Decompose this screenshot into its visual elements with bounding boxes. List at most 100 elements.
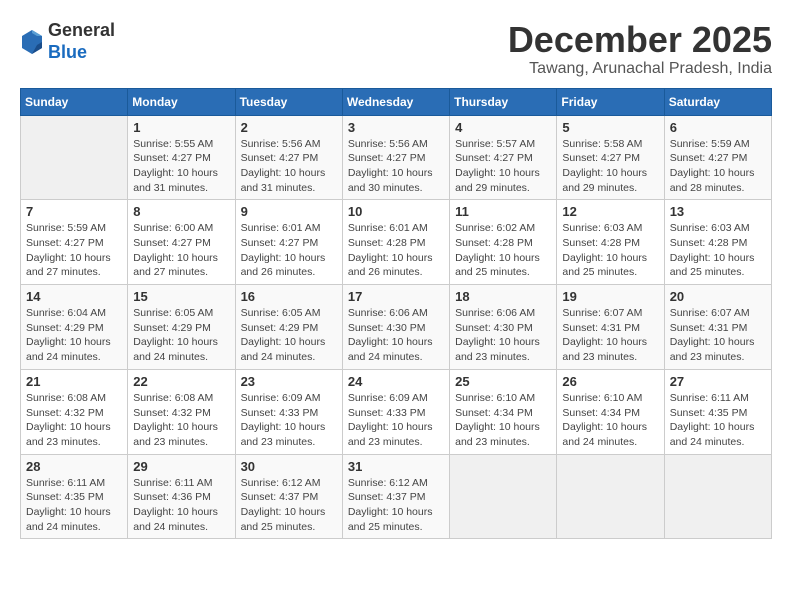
calendar-header-tuesday: Tuesday — [235, 88, 342, 115]
logo-text: General Blue — [48, 20, 115, 63]
calendar-cell: 23 Sunrise: 6:09 AMSunset: 4:33 PMDayligh… — [235, 369, 342, 454]
day-number: 28 — [26, 459, 122, 474]
day-info: Sunrise: 6:07 AMSunset: 4:31 PMDaylight:… — [562, 306, 658, 365]
calendar-cell: 20Sunrise: 6:07 AMSunset: 4:31 PMDayligh… — [664, 285, 771, 370]
calendar-cell — [664, 454, 771, 539]
day-info: Sunrise: 6:11 AMSunset: 4:35 PMDaylight:… — [670, 391, 766, 450]
calendar-cell: 27Sunrise: 6:11 AMSunset: 4:35 PMDayligh… — [664, 369, 771, 454]
page-header: General Blue December 2025 Tawang, Aruna… — [20, 20, 772, 78]
calendar-cell: 22Sunrise: 6:08 AMSunset: 4:32 PMDayligh… — [128, 369, 235, 454]
day-number: 21 — [26, 374, 122, 389]
day-number: 3 — [348, 120, 444, 135]
calendar-cell: 11 Sunrise: 6:02 AMSunset: 4:28 PMDayligh… — [450, 200, 557, 285]
calendar-cell: 30Sunrise: 6:12 AMSunset: 4:37 PMDayligh… — [235, 454, 342, 539]
day-info: Sunrise: 6:10 AMSunset: 4:34 PMDaylight:… — [562, 391, 658, 450]
day-info: Sunrise: 6:03 AMSunset: 4:28 PMDaylight:… — [670, 221, 766, 280]
day-info: Sunrise: 6:04 AMSunset: 4:29 PMDaylight:… — [26, 306, 122, 365]
calendar-cell: 3 Sunrise: 5:56 AMSunset: 4:27 PMDaylight… — [342, 115, 449, 200]
calendar-cell: 17 Sunrise: 6:06 AMSunset: 4:30 PMDayligh… — [342, 285, 449, 370]
day-number: 4 — [455, 120, 551, 135]
day-info: Sunrise: 6:11 AMSunset: 4:35 PMDaylight:… — [26, 476, 122, 535]
calendar-cell — [21, 115, 128, 200]
calendar-cell: 5 Sunrise: 5:58 AMSunset: 4:27 PMDaylight… — [557, 115, 664, 200]
calendar-cell: 8 Sunrise: 6:00 AMSunset: 4:27 PMDaylight… — [128, 200, 235, 285]
day-info: Sunrise: 6:05 AMSunset: 4:29 PMDaylight:… — [133, 306, 229, 365]
day-number: 9 — [241, 204, 337, 219]
calendar-cell — [557, 454, 664, 539]
calendar-week-row: 28 Sunrise: 6:11 AMSunset: 4:35 PMDayligh… — [21, 454, 772, 539]
calendar-cell: 18 Sunrise: 6:06 AMSunset: 4:30 PMDayligh… — [450, 285, 557, 370]
day-number: 18 — [455, 289, 551, 304]
day-info: Sunrise: 6:09 AMSunset: 4:33 PMDaylight:… — [241, 391, 337, 450]
calendar-cell: 28 Sunrise: 6:11 AMSunset: 4:35 PMDayligh… — [21, 454, 128, 539]
calendar-week-row: 1 Sunrise: 5:55 AMSunset: 4:27 PMDaylight… — [21, 115, 772, 200]
day-info: Sunrise: 6:09 AMSunset: 4:33 PMDaylight:… — [348, 391, 444, 450]
calendar-cell: 19 Sunrise: 6:07 AMSunset: 4:31 PMDayligh… — [557, 285, 664, 370]
day-info: Sunrise: 6:12 AMSunset: 4:37 PMDaylight:… — [241, 476, 337, 535]
day-number: 19 — [562, 289, 658, 304]
day-info: Sunrise: 5:55 AMSunset: 4:27 PMDaylight:… — [133, 137, 229, 196]
calendar-cell: 25 Sunrise: 6:10 AMSunset: 4:34 PMDayligh… — [450, 369, 557, 454]
calendar-cell: 16Sunrise: 6:05 AMSunset: 4:29 PMDayligh… — [235, 285, 342, 370]
calendar-header-row: SundayMondayTuesdayWednesdayThursdayFrid… — [21, 88, 772, 115]
day-info: Sunrise: 5:56 AMSunset: 4:27 PMDaylight:… — [348, 137, 444, 196]
day-number: 10 — [348, 204, 444, 219]
calendar-cell: 6 Sunrise: 5:59 AMSunset: 4:27 PMDaylight… — [664, 115, 771, 200]
calendar-header-saturday: Saturday — [664, 88, 771, 115]
calendar-table: SundayMondayTuesdayWednesdayThursdayFrid… — [20, 88, 772, 540]
calendar-week-row: 14Sunrise: 6:04 AMSunset: 4:29 PMDayligh… — [21, 285, 772, 370]
title-area: December 2025 Tawang, Arunachal Pradesh,… — [508, 20, 772, 78]
calendar-cell: 7Sunrise: 5:59 AMSunset: 4:27 PMDaylight… — [21, 200, 128, 285]
day-info: Sunrise: 6:05 AMSunset: 4:29 PMDaylight:… — [241, 306, 337, 365]
calendar-cell: 31Sunrise: 6:12 AMSunset: 4:37 PMDayligh… — [342, 454, 449, 539]
logo: General Blue — [20, 20, 115, 63]
day-number: 5 — [562, 120, 658, 135]
logo-general: General — [48, 20, 115, 40]
calendar-cell: 12 Sunrise: 6:03 AMSunset: 4:28 PMDayligh… — [557, 200, 664, 285]
logo-icon — [20, 28, 44, 56]
calendar-cell — [450, 454, 557, 539]
day-info: Sunrise: 6:06 AMSunset: 4:30 PMDaylight:… — [348, 306, 444, 365]
calendar-header-monday: Monday — [128, 88, 235, 115]
calendar-cell: 2 Sunrise: 5:56 AMSunset: 4:27 PMDaylight… — [235, 115, 342, 200]
calendar-cell: 9Sunrise: 6:01 AMSunset: 4:27 PMDaylight… — [235, 200, 342, 285]
calendar-cell: 15 Sunrise: 6:05 AMSunset: 4:29 PMDayligh… — [128, 285, 235, 370]
location-title: Tawang, Arunachal Pradesh, India — [508, 60, 772, 78]
calendar-week-row: 21 Sunrise: 6:08 AMSunset: 4:32 PMDayligh… — [21, 369, 772, 454]
day-number: 15 — [133, 289, 229, 304]
day-info: Sunrise: 5:57 AMSunset: 4:27 PMDaylight:… — [455, 137, 551, 196]
day-info: Sunrise: 6:00 AMSunset: 4:27 PMDaylight:… — [133, 221, 229, 280]
day-info: Sunrise: 5:56 AMSunset: 4:27 PMDaylight:… — [241, 137, 337, 196]
day-number: 11 — [455, 204, 551, 219]
day-number: 25 — [455, 374, 551, 389]
day-info: Sunrise: 6:02 AMSunset: 4:28 PMDaylight:… — [455, 221, 551, 280]
day-number: 8 — [133, 204, 229, 219]
day-number: 12 — [562, 204, 658, 219]
day-number: 26 — [562, 374, 658, 389]
calendar-cell: 24 Sunrise: 6:09 AMSunset: 4:33 PMDayligh… — [342, 369, 449, 454]
day-number: 23 — [241, 374, 337, 389]
day-info: Sunrise: 6:06 AMSunset: 4:30 PMDaylight:… — [455, 306, 551, 365]
day-number: 22 — [133, 374, 229, 389]
calendar-header-sunday: Sunday — [21, 88, 128, 115]
day-number: 29 — [133, 459, 229, 474]
day-number: 13 — [670, 204, 766, 219]
day-info: Sunrise: 6:11 AMSunset: 4:36 PMDaylight:… — [133, 476, 229, 535]
day-info: Sunrise: 5:59 AMSunset: 4:27 PMDaylight:… — [670, 137, 766, 196]
day-number: 24 — [348, 374, 444, 389]
calendar-cell: 21 Sunrise: 6:08 AMSunset: 4:32 PMDayligh… — [21, 369, 128, 454]
day-info: Sunrise: 6:08 AMSunset: 4:32 PMDaylight:… — [26, 391, 122, 450]
day-number: 1 — [133, 120, 229, 135]
day-info: Sunrise: 6:03 AMSunset: 4:28 PMDaylight:… — [562, 221, 658, 280]
day-info: Sunrise: 5:58 AMSunset: 4:27 PMDaylight:… — [562, 137, 658, 196]
day-number: 2 — [241, 120, 337, 135]
day-info: Sunrise: 6:07 AMSunset: 4:31 PMDaylight:… — [670, 306, 766, 365]
calendar-cell: 26 Sunrise: 6:10 AMSunset: 4:34 PMDayligh… — [557, 369, 664, 454]
calendar-cell: 1 Sunrise: 5:55 AMSunset: 4:27 PMDaylight… — [128, 115, 235, 200]
day-number: 6 — [670, 120, 766, 135]
calendar-cell: 14Sunrise: 6:04 AMSunset: 4:29 PMDayligh… — [21, 285, 128, 370]
day-info: Sunrise: 6:12 AMSunset: 4:37 PMDaylight:… — [348, 476, 444, 535]
day-number: 17 — [348, 289, 444, 304]
calendar-header-friday: Friday — [557, 88, 664, 115]
day-info: Sunrise: 6:10 AMSunset: 4:34 PMDaylight:… — [455, 391, 551, 450]
